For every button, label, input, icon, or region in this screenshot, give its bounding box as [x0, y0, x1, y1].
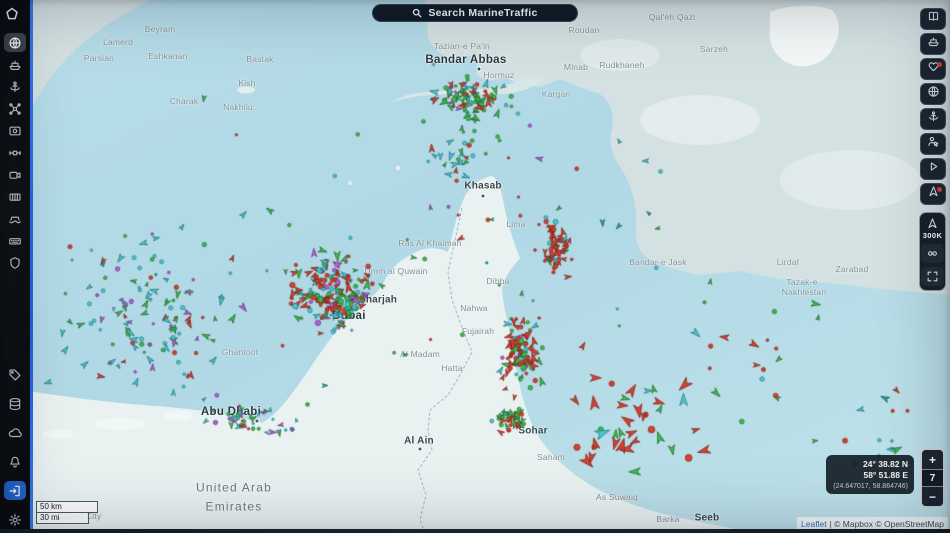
sidebar-accent-strip — [30, 0, 33, 533]
marinetraffic-app: Tazian-e Pa'inBandar AbbasHormuzMinabKar… — [0, 0, 950, 533]
toolbar-vessel-filters-button[interactable] — [920, 33, 946, 55]
globe-icon — [8, 36, 22, 50]
vessel-counter-group: 300K — [919, 212, 946, 291]
coordinate-lat: 24° 38.82 N — [863, 459, 908, 469]
follow-icon — [927, 135, 940, 153]
sidebar-item-cameras[interactable] — [4, 165, 26, 184]
signin-icon — [8, 484, 22, 498]
route-forecast-button[interactable] — [921, 244, 944, 263]
camera-icon — [8, 168, 22, 182]
sidebar-item-ports[interactable] — [4, 77, 26, 96]
coordinate-lon: 58° 51.88 E — [863, 470, 908, 481]
toolbar-follow-vessel-button[interactable] — [920, 133, 946, 155]
search-placeholder: Search MarineTraffic — [428, 7, 538, 19]
sidebar-item-satellite[interactable] — [4, 143, 26, 162]
toolbar-playback-button[interactable] — [920, 158, 946, 180]
toolbar-ports-layer-button[interactable] — [920, 108, 946, 130]
tag-icon — [8, 368, 22, 382]
zoom-out-button[interactable]: − — [922, 487, 943, 506]
expand-icon — [927, 271, 938, 282]
database-icon — [8, 397, 22, 411]
left-sidebar — [0, 0, 30, 533]
toolbar-guides-button[interactable] — [920, 8, 946, 30]
leaflet-link[interactable]: Leaflet — [801, 519, 827, 529]
attribution-text: | © Mapbox © OpenStreetMap — [829, 518, 944, 529]
search-bar[interactable]: Search MarineTraffic — [372, 4, 578, 22]
toolbar-favorites-button[interactable] — [920, 58, 946, 80]
globe-icon — [927, 85, 940, 103]
sidebar-item-data-services[interactable] — [4, 231, 26, 250]
sidebar-item-live-map[interactable] — [4, 33, 26, 52]
map-viewport[interactable]: Tazian-e Pa'inBandar AbbasHormuzMinabKar… — [0, 0, 950, 533]
anchor-icon — [8, 80, 22, 94]
area-vessels-button[interactable]: 300K — [921, 217, 944, 240]
container-icon — [8, 190, 22, 204]
cloud-icon — [8, 426, 22, 440]
sidebar-item-photos[interactable] — [4, 121, 26, 140]
notification-dot — [937, 187, 942, 192]
photo-icon — [8, 124, 22, 138]
play-icon — [927, 160, 940, 178]
monitor-bezel — [0, 529, 950, 533]
drone-icon — [8, 102, 22, 116]
sidebar-item-vessels[interactable] — [4, 55, 26, 74]
keyboard-icon — [8, 234, 22, 248]
shield-icon — [8, 256, 22, 270]
sidebar-item-sign-in[interactable] — [4, 481, 26, 500]
location-arrow-icon — [928, 218, 937, 229]
vessel-count-label: 300K — [922, 231, 943, 240]
infinity-icon — [928, 251, 937, 256]
gear-icon — [8, 513, 22, 527]
sidebar-item-protect[interactable] — [4, 253, 26, 272]
notification-dot — [937, 62, 942, 67]
zoom-level: 7 — [922, 469, 943, 487]
map-scale-control: 50 km 30 mi — [36, 501, 98, 524]
book-icon — [927, 10, 940, 28]
sidebar-item-fleets[interactable] — [4, 209, 26, 228]
right-toolbar — [920, 8, 946, 205]
sidebar-item-tags[interactable] — [4, 365, 26, 384]
scale-mi: 30 mi — [36, 513, 89, 524]
ship-icon — [8, 58, 22, 72]
zoom-control: + 7 − — [920, 448, 945, 508]
cursor-coordinates-box: 24° 38.82 N 58° 51.88 E (24.647017, 58.8… — [826, 455, 914, 494]
sidebar-item-datasets[interactable] — [4, 394, 26, 413]
zoom-in-button[interactable]: + — [922, 450, 943, 469]
bell-icon — [8, 455, 22, 469]
sidebar-item-cloud-services[interactable] — [4, 423, 26, 442]
toolbar-my-position-button[interactable] — [920, 183, 946, 205]
satellite-icon — [8, 146, 22, 160]
search-icon — [413, 8, 422, 18]
sidebar-item-notifications[interactable] — [4, 452, 26, 471]
coordinate-decimal: (24.647017, 58.864746) — [833, 482, 908, 490]
sidebar-item-settings[interactable] — [4, 510, 26, 529]
toolbar-world-view-button[interactable] — [920, 83, 946, 105]
sidebar-item-aerial[interactable] — [4, 99, 26, 118]
fullscreen-button[interactable] — [921, 267, 944, 286]
fleet-icon — [8, 212, 22, 226]
scale-km: 50 km — [36, 501, 98, 513]
marinetraffic-logo-icon — [5, 7, 25, 27]
sidebar-item-containers[interactable] — [4, 187, 26, 206]
ship-icon — [927, 35, 940, 53]
ship-markers-canvas[interactable] — [0, 0, 950, 533]
anchor-icon — [927, 110, 940, 128]
